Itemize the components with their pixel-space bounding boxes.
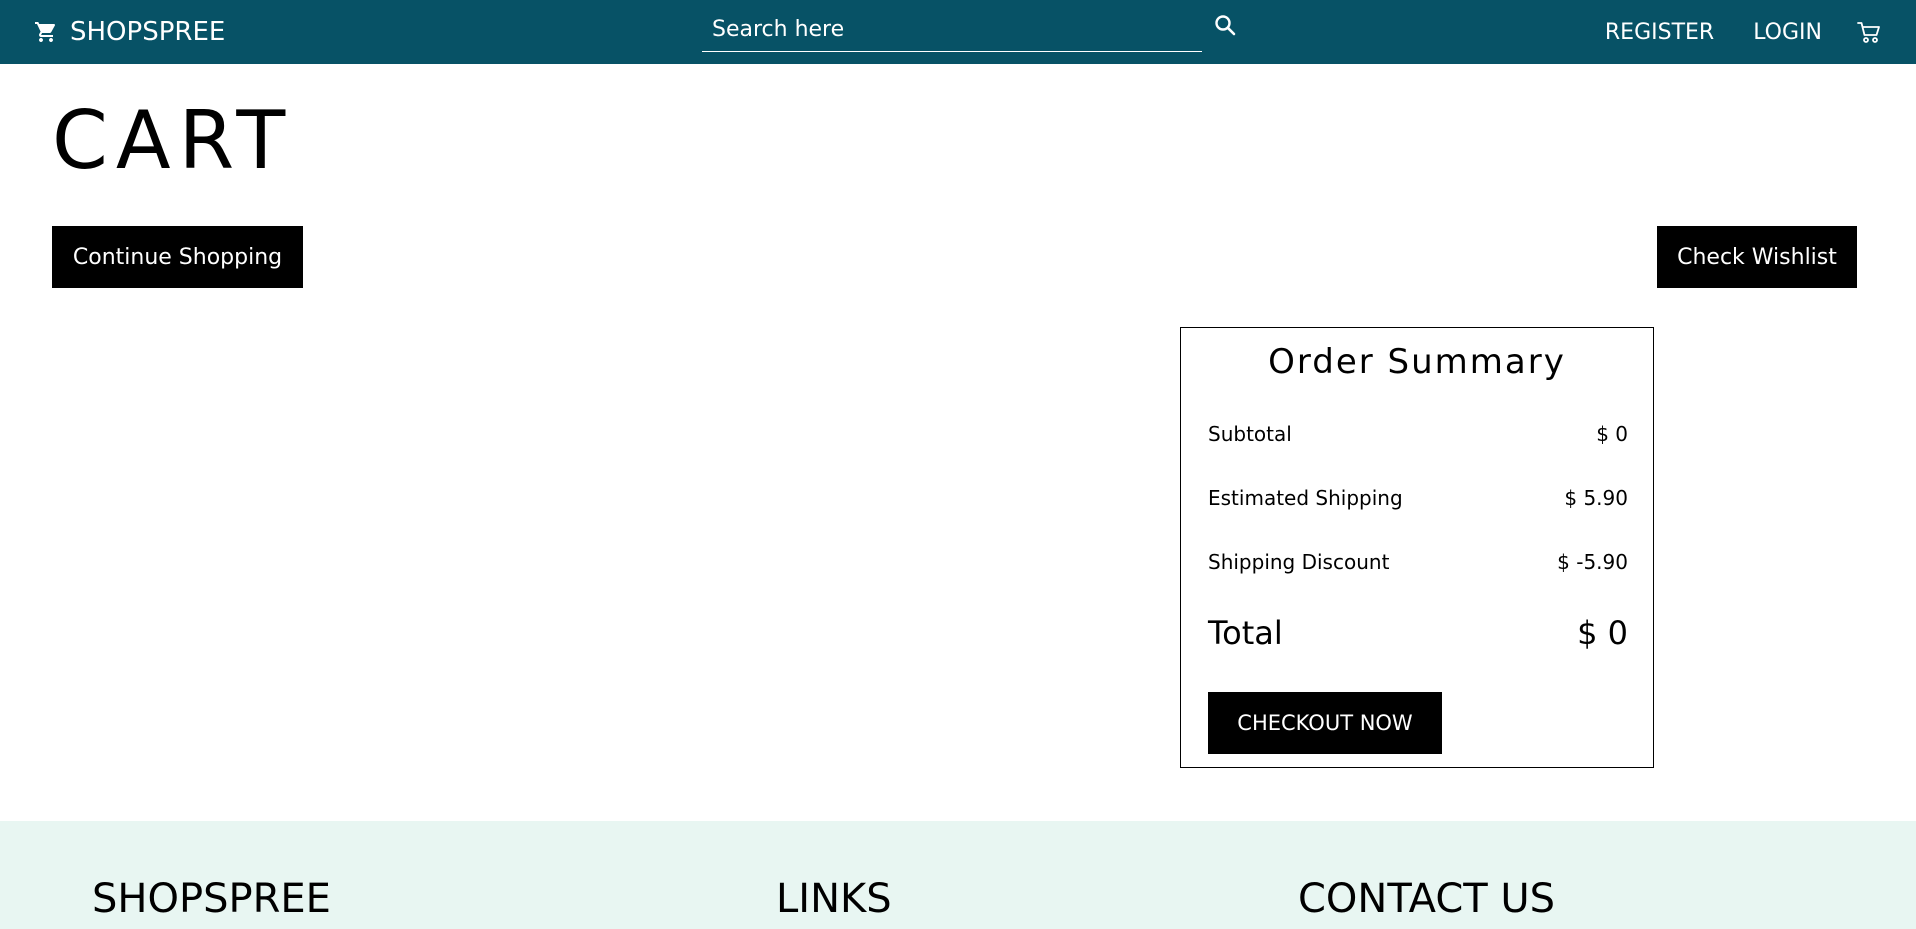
shopping-cart-icon bbox=[35, 22, 56, 42]
search-button[interactable] bbox=[1212, 12, 1238, 38]
brand-logo[interactable]: SHOPSPREE bbox=[34, 0, 225, 64]
check-wishlist-button[interactable]: Check Wishlist bbox=[1657, 226, 1857, 288]
estimated-shipping-value: $ 5.90 bbox=[1564, 486, 1628, 510]
search-icon bbox=[1215, 15, 1236, 36]
footer-contact-heading: CONTACT US bbox=[1298, 876, 1556, 922]
order-summary-panel: Order Summary Subtotal $ 0 Estimated Shi… bbox=[1180, 327, 1654, 768]
shipping-discount-row: Shipping Discount $ -5.90 bbox=[1208, 550, 1628, 574]
login-link[interactable]: LOGIN bbox=[1753, 20, 1822, 45]
nav-links: REGISTER LOGIN bbox=[1605, 0, 1916, 64]
order-summary-title: Order Summary bbox=[1268, 342, 1566, 382]
footer-links-heading: LINKS bbox=[776, 876, 892, 922]
total-label: Total bbox=[1208, 614, 1283, 652]
checkout-now-button[interactable]: CHECKOUT NOW bbox=[1208, 692, 1442, 754]
estimated-shipping-label: Estimated Shipping bbox=[1208, 486, 1403, 510]
top-navbar: SHOPSPREE REGISTER LOGIN bbox=[0, 0, 1916, 64]
subtotal-row: Subtotal $ 0 bbox=[1208, 422, 1628, 446]
search-input[interactable] bbox=[702, 8, 1202, 50]
register-link[interactable]: REGISTER bbox=[1605, 20, 1714, 45]
footer: SHOPSPREE LINKS CONTACT US bbox=[0, 821, 1916, 929]
subtotal-value: $ 0 bbox=[1596, 422, 1628, 446]
subtotal-label: Subtotal bbox=[1208, 422, 1292, 446]
cart-outline-icon[interactable] bbox=[1856, 19, 1882, 45]
brand-name: SHOPSPREE bbox=[70, 17, 226, 47]
total-row: Total $ 0 bbox=[1208, 614, 1628, 652]
shipping-discount-label: Shipping Discount bbox=[1208, 550, 1390, 574]
shipping-discount-value: $ -5.90 bbox=[1557, 550, 1628, 574]
search-bar bbox=[702, 8, 1202, 52]
continue-shopping-button[interactable]: Continue Shopping bbox=[52, 226, 303, 288]
footer-brand-heading: SHOPSPREE bbox=[92, 876, 331, 922]
page-title: CART bbox=[52, 94, 294, 187]
total-value: $ 0 bbox=[1577, 614, 1628, 652]
estimated-shipping-row: Estimated Shipping $ 5.90 bbox=[1208, 486, 1628, 510]
